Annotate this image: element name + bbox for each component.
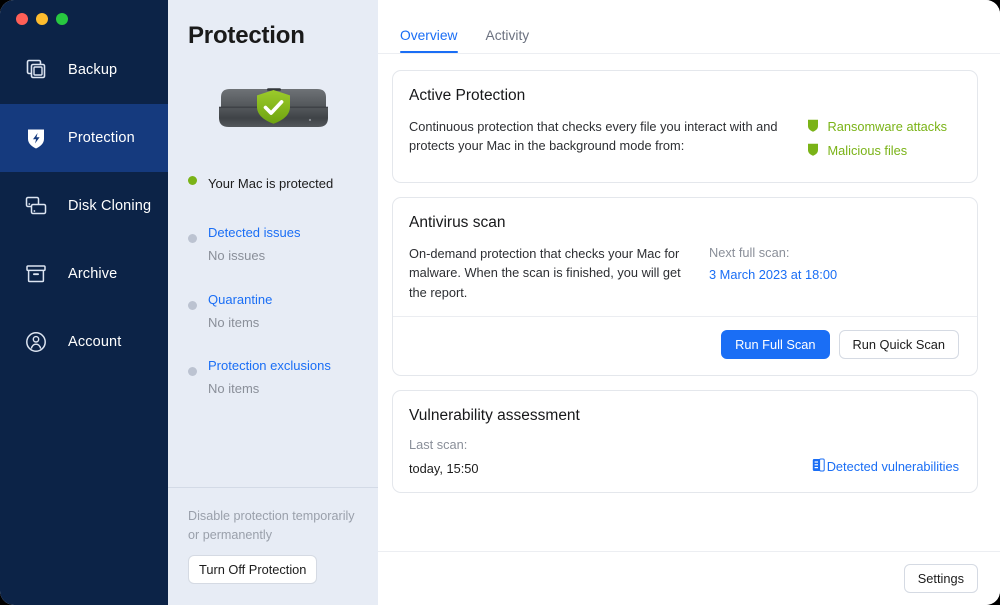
card-antivirus-scan: Antivirus scan On-demand protection that… bbox=[392, 197, 978, 377]
archive-box-icon bbox=[22, 260, 50, 288]
card-divider bbox=[393, 316, 977, 318]
sidebar-item-protection[interactable]: Protection bbox=[0, 104, 168, 172]
card-title: Active Protection bbox=[409, 87, 526, 104]
shield-icon bbox=[807, 142, 819, 159]
next-scan-value[interactable]: 3 March 2023 at 18:00 bbox=[709, 267, 837, 282]
card-vulnerability-assessment: Vulnerability assessment Last scan: toda… bbox=[392, 390, 978, 494]
sidebar: Backup Protection Disk Cloning Archive A… bbox=[0, 0, 168, 605]
next-scan-block: Next full scan: 3 March 2023 at 18:00 bbox=[709, 244, 837, 302]
disable-protection-description: Disable protection temporarily or perman… bbox=[188, 509, 355, 542]
external-drive-shield-icon bbox=[168, 76, 378, 138]
threat-item: Ransomware attacks bbox=[807, 118, 947, 135]
status-item-quarantine[interactable]: Quarantine No items bbox=[188, 288, 378, 334]
panel-divider bbox=[168, 487, 378, 488]
run-full-scan-button[interactable]: Run Full Scan bbox=[721, 330, 830, 360]
sidebar-item-label: Protection bbox=[68, 130, 135, 146]
sidebar-item-disk-cloning[interactable]: Disk Cloning bbox=[0, 172, 168, 240]
status-label-link[interactable]: Quarantine bbox=[208, 292, 272, 307]
tab-overview[interactable]: Overview bbox=[400, 28, 458, 53]
settings-button[interactable]: Settings bbox=[903, 564, 978, 593]
app-window: Backup Protection Disk Cloning Archive A… bbox=[0, 0, 1000, 605]
tab-bar: Overview Activity bbox=[378, 0, 1000, 54]
run-quick-scan-button[interactable]: Run Quick Scan bbox=[838, 330, 959, 360]
sidebar-item-label: Account bbox=[68, 334, 122, 350]
status-label-link[interactable]: Protection exclusions bbox=[208, 358, 331, 373]
turn-off-protection-button[interactable]: Turn Off Protection bbox=[188, 554, 318, 584]
tab-activity[interactable]: Activity bbox=[486, 28, 530, 53]
sidebar-item-label: Disk Cloning bbox=[68, 198, 152, 214]
last-scan-label: Last scan: bbox=[409, 437, 468, 453]
threat-list: Ransomware attacks Malicious files bbox=[807, 117, 959, 166]
shield-bolt-icon bbox=[22, 124, 50, 152]
status-label: Your Mac is protected bbox=[208, 176, 334, 191]
sidebar-item-archive[interactable]: Archive bbox=[0, 240, 168, 308]
status-item-detected-issues[interactable]: Detected issues No issues bbox=[188, 221, 378, 267]
minimize-button[interactable] bbox=[36, 13, 48, 25]
disk-cloning-icon bbox=[22, 192, 50, 220]
detected-vulnerabilities-link[interactable]: Detected vulnerabilities bbox=[812, 458, 959, 476]
threat-label: Ransomware attacks bbox=[827, 119, 947, 134]
last-scan-value: today, 15:50 bbox=[409, 461, 479, 477]
card-list: Active Protection Continuous protection … bbox=[378, 54, 1000, 551]
sidebar-item-account[interactable]: Account bbox=[0, 308, 168, 376]
status-sublabel: No items bbox=[208, 381, 260, 397]
sidebar-item-label: Archive bbox=[68, 266, 118, 282]
detail-panel: Protection Your Mac is protected Detecte… bbox=[168, 0, 378, 605]
status-sublabel: No issues bbox=[208, 248, 266, 264]
status-item-protected: Your Mac is protected bbox=[188, 172, 378, 195]
user-circle-icon bbox=[22, 328, 50, 356]
card-description: Continuous protection that checks every … bbox=[409, 119, 778, 154]
main-footer: Settings bbox=[378, 551, 1000, 605]
next-scan-label: Next full scan: bbox=[709, 245, 790, 260]
sidebar-item-backup[interactable]: Backup bbox=[0, 36, 168, 104]
traffic-lights bbox=[16, 13, 68, 25]
card-description: On-demand protection that checks your Ma… bbox=[409, 246, 681, 300]
scan-actions: Run Full Scan Run Quick Scan bbox=[409, 330, 959, 360]
copy-stack-icon bbox=[22, 56, 50, 84]
zoom-button[interactable] bbox=[56, 13, 68, 25]
card-title: Vulnerability assessment bbox=[409, 407, 580, 425]
shield-icon bbox=[807, 118, 819, 135]
status-dot-icon bbox=[188, 234, 197, 244]
report-document-icon bbox=[812, 458, 825, 475]
status-dot-icon bbox=[188, 366, 197, 376]
status-label-link[interactable]: Detected issues bbox=[208, 225, 301, 240]
last-scan-block: Last scan: today, 15:50 bbox=[409, 437, 812, 476]
main-content: Overview Activity Active Protection Cont… bbox=[378, 0, 1000, 605]
status-sublabel: No items bbox=[208, 314, 260, 330]
detected-vulnerabilities-label[interactable]: Detected vulnerabilities bbox=[827, 459, 959, 474]
sidebar-item-label: Backup bbox=[68, 62, 118, 78]
card-active-protection: Active Protection Continuous protection … bbox=[392, 70, 978, 183]
protection-status-list: Your Mac is protected Detected issues No… bbox=[168, 172, 378, 420]
threat-label: Malicious files bbox=[827, 143, 908, 158]
status-dot-icon bbox=[188, 300, 197, 310]
threat-item: Malicious files bbox=[807, 142, 947, 159]
close-button[interactable] bbox=[16, 13, 28, 25]
page-title: Protection bbox=[188, 22, 305, 49]
status-item-protection-exclusions[interactable]: Protection exclusions No items bbox=[188, 354, 378, 400]
disable-protection-section: Disable protection temporarily or perman… bbox=[188, 507, 368, 584]
status-dot-icon bbox=[188, 176, 197, 185]
card-title: Antivirus scan bbox=[409, 214, 506, 231]
